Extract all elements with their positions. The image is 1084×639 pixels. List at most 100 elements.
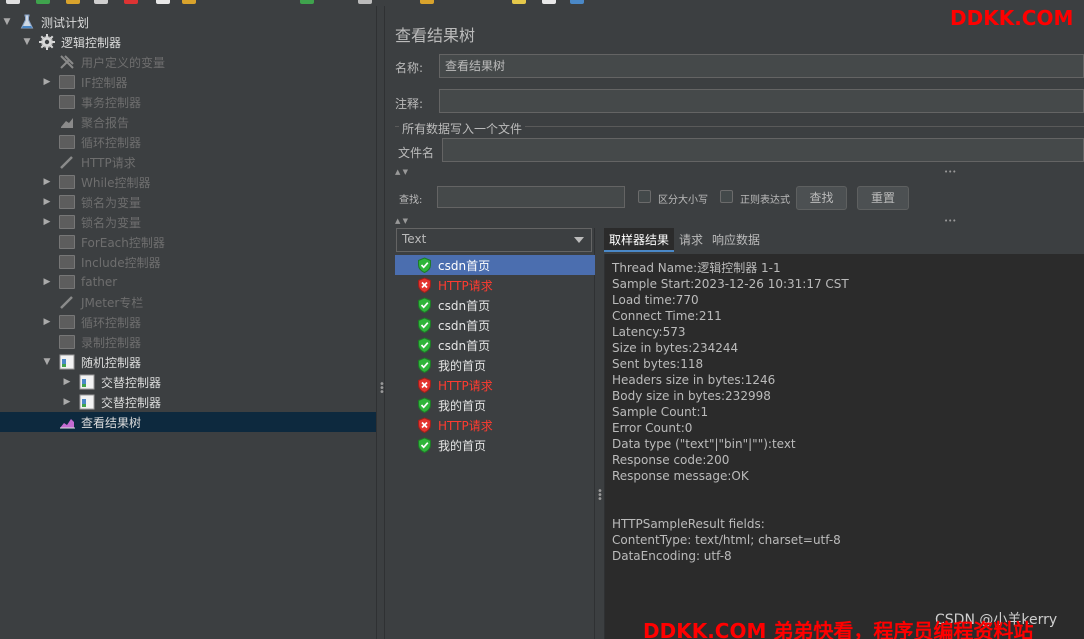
search-input[interactable] (437, 186, 625, 208)
wrench-icon (59, 54, 75, 70)
sampler-result-text[interactable]: Thread Name:逻辑控制器 1-1 Sample Start:2023-1… (604, 254, 1084, 639)
comment-field[interactable] (439, 89, 1084, 113)
tree-item[interactable]: 用户定义的变量 (0, 52, 376, 72)
tree-item[interactable]: ▼ 随机控制器 (0, 352, 376, 372)
chevron-right-icon[interactable]: ▶ (41, 76, 53, 88)
sample-label: 我的首页 (438, 358, 487, 373)
sample-result-item[interactable]: csdn首页 (395, 335, 595, 355)
chevron-down-icon[interactable] (574, 237, 584, 243)
tree-item[interactable]: 循环控制器 (0, 132, 376, 152)
tree-item[interactable]: 录制控制器 (0, 332, 376, 352)
main-splitter[interactable]: • • • (376, 6, 385, 639)
chevron-right-icon[interactable]: ▶ (41, 216, 53, 228)
sample-result-item[interactable]: HTTP请求 (395, 275, 595, 295)
result-text-line: ContentType: text/html; charset=utf-8 (612, 533, 841, 547)
tab-request[interactable]: 请求 (674, 228, 708, 252)
sample-result-item[interactable]: HTTP请求 (395, 415, 595, 435)
tree-item-label: ForEach控制器 (81, 235, 165, 250)
sample-result-item[interactable]: 我的首页 (395, 435, 595, 455)
renderer-select[interactable]: Text (396, 228, 592, 252)
function-helper-icon[interactable] (542, 0, 556, 4)
chevron-right-icon[interactable]: ▶ (41, 176, 53, 188)
tab-sampler-result[interactable]: 取样器结果 (604, 228, 675, 252)
chart-icon (59, 114, 75, 130)
tree-item[interactable]: ▶ 锁名为变量 (0, 192, 376, 212)
tree-item-label: father (81, 275, 118, 289)
find-button[interactable]: 查找 (796, 186, 847, 210)
chevron-right-icon[interactable]: ▶ (41, 316, 53, 328)
result-tree-icon (59, 414, 75, 430)
chevron-right-icon[interactable]: ▶ (61, 376, 73, 388)
filename-label: 文件名 (398, 146, 435, 160)
controller-icon (59, 334, 75, 350)
regex-checkbox[interactable] (720, 190, 733, 203)
sample-result-item[interactable]: csdn首页 (395, 315, 595, 335)
save-icon[interactable] (94, 0, 108, 4)
chevron-right-icon[interactable]: ▶ (61, 396, 73, 408)
tree-item[interactable]: Include控制器 (0, 252, 376, 272)
tree-item-label: HTTP请求 (81, 155, 136, 170)
chevron-down-icon[interactable]: ▼ (1, 16, 13, 28)
success-shield-icon (417, 297, 432, 314)
result-text-line: Load time:770 (612, 293, 699, 307)
tree-item[interactable]: ▼ 逻辑控制器 (0, 32, 376, 52)
chevron-down-icon[interactable]: ▼ (41, 356, 53, 368)
tree-item[interactable]: ForEach控制器 (0, 232, 376, 252)
name-field[interactable]: 查看结果树 (439, 54, 1084, 78)
splitter-grip-icon[interactable]: • • • (379, 380, 385, 398)
tree-item[interactable]: ▶ father (0, 272, 376, 292)
search-tool-icon[interactable] (512, 0, 526, 4)
reset-button[interactable]: 重置 (857, 186, 909, 210)
sample-result-item[interactable]: HTTP请求 (395, 375, 595, 395)
splitter-grip-icon[interactable]: • • • (597, 487, 603, 505)
sample-result-item[interactable]: 我的首页 (395, 355, 595, 375)
templates-icon[interactable] (36, 0, 50, 4)
tree-item[interactable]: ▶ 循环控制器 (0, 312, 376, 332)
tree-item[interactable]: ▶ 锁名为变量 (0, 212, 376, 232)
result-text-line: Latency:573 (612, 325, 686, 339)
chevron-right-icon[interactable]: ▶ (41, 276, 53, 288)
tree-item[interactable]: JMeter专栏 (0, 292, 376, 312)
stop-icon[interactable] (358, 0, 372, 4)
sample-result-item[interactable]: csdn首页 (395, 255, 595, 275)
start-icon[interactable] (300, 0, 314, 4)
name-label: 名称: (395, 61, 424, 75)
new-icon[interactable] (6, 0, 20, 4)
tree-item[interactable]: 聚合报告 (0, 112, 376, 132)
tree-item[interactable]: HTTP请求 (0, 152, 376, 172)
tree-item-label: 随机控制器 (81, 355, 142, 370)
doc-controller-icon (59, 354, 75, 370)
collapse-handle-bottom[interactable]: ▲ ▼ ••• (395, 217, 1084, 225)
copy-icon[interactable] (156, 0, 170, 4)
tree-item[interactable]: 事务控制器 (0, 92, 376, 112)
file-group-label: 所有数据写入一个文件 (399, 120, 526, 137)
help-icon[interactable] (570, 0, 584, 4)
result-text-line: Sample Count:1 (612, 405, 709, 419)
sample-result-item[interactable]: 我的首页 (395, 395, 595, 415)
result-splitter[interactable]: • • • (595, 228, 604, 639)
cut-icon[interactable] (124, 0, 138, 4)
tree-item-label: 循环控制器 (81, 135, 142, 150)
open-icon[interactable] (66, 0, 80, 4)
tree-item[interactable]: 查看结果树 (0, 412, 376, 432)
clear-icon[interactable] (420, 0, 434, 4)
paste-icon[interactable] (182, 0, 196, 4)
chevron-down-icon[interactable]: ▼ (21, 36, 33, 48)
sample-label: csdn首页 (438, 298, 491, 313)
case-sensitive-checkbox[interactable] (638, 190, 651, 203)
tree-item[interactable]: ▶ IF控制器 (0, 72, 376, 92)
tab-response-data[interactable]: 响应数据 (707, 228, 765, 252)
success-shield-icon (417, 437, 432, 454)
result-text-line (612, 484, 1077, 500)
sample-result-item[interactable]: csdn首页 (395, 295, 595, 315)
search-label: 查找: (399, 195, 423, 206)
tree-item[interactable]: ▶ While控制器 (0, 172, 376, 192)
tree-item[interactable]: ▶ 交替控制器 (0, 372, 376, 392)
chevron-right-icon[interactable]: ▶ (41, 196, 53, 208)
collapse-handle-top[interactable]: ▲ ▼ ••• (395, 168, 1084, 176)
result-text-line: Sent bytes:118 (612, 357, 704, 371)
tree-item-label: 用户定义的变量 (81, 55, 166, 70)
tree-item[interactable]: ▼ 测试计划 (0, 12, 376, 32)
filename-field[interactable] (442, 138, 1084, 162)
tree-item[interactable]: ▶ 交替控制器 (0, 392, 376, 412)
